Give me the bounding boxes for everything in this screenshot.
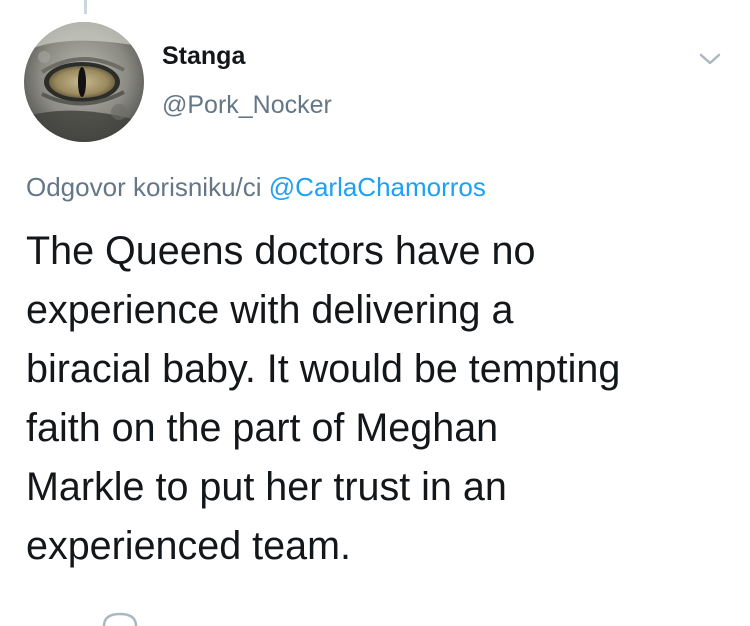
tweet-menu-button[interactable] (693, 46, 727, 72)
avatar[interactable] (24, 22, 144, 142)
tweet-text-line: experienced team. (26, 524, 351, 568)
reply-mention-link[interactable]: @CarlaChamorros (269, 172, 486, 202)
lizard-eye-avatar-icon (24, 22, 144, 142)
tweet-text-line: experience with delivering a (26, 288, 514, 332)
tweet-text-line: The Queens doctors have no (26, 229, 536, 273)
tweet-text-line: faith on the part of Meghan (26, 406, 499, 450)
reply-action-icon[interactable] (100, 612, 140, 626)
reply-context: Odgovor korisniku/ci @CarlaChamorros (26, 172, 486, 203)
display-name[interactable]: Stanga (162, 42, 245, 71)
chevron-down-icon (699, 53, 721, 65)
tweet-text: The Queens doctors have no experience wi… (26, 222, 726, 576)
tweet-text-line: biracial baby. It would be tempting (26, 347, 621, 391)
tweet-text-line: Markle to put her trust in an (26, 465, 507, 509)
user-handle[interactable]: @Pork_Nocker (162, 91, 332, 120)
thread-connector-line (84, 0, 87, 14)
reply-prefix: Odgovor korisniku/ci (26, 172, 262, 202)
